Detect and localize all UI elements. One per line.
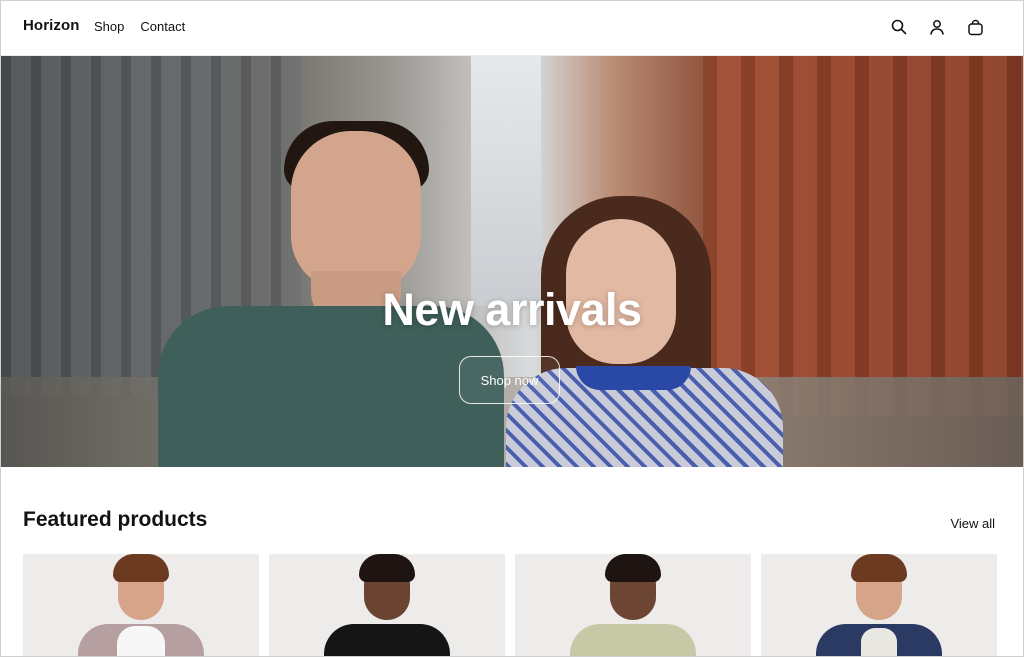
account-icon[interactable] [927,17,947,37]
product-model-hair [605,554,661,582]
product-image-shirt [861,628,897,656]
product-card[interactable] [269,554,505,656]
product-image-black-top [324,624,450,656]
product-model-hair [359,554,415,582]
cart-icon[interactable] [965,17,985,37]
product-model-hair [113,554,169,582]
header-icons [889,17,985,37]
product-card[interactable] [761,554,997,656]
hero-sky [471,56,541,306]
search-icon[interactable] [889,17,909,37]
site-header: Horizon Shop Contact [1,1,1023,56]
hero-woman-collar [576,366,691,390]
product-image-striped-top [570,624,696,656]
hero-banner: New arrivals Shop now [1,56,1023,467]
hero-building-right [703,56,1023,416]
hero-man-face [291,131,421,291]
product-grid [23,554,997,656]
hero-title: New arrivals [382,284,642,335]
main-nav: Shop Contact [94,19,185,34]
site-logo[interactable]: Horizon [23,17,80,34]
page-frame: Horizon Shop Contact New arrivals Shop n… [0,0,1024,657]
product-card[interactable] [23,554,259,656]
product-model-hair [851,554,907,582]
view-all-link[interactable]: View all [950,516,995,531]
nav-contact-link[interactable]: Contact [140,19,185,34]
nav-shop-link[interactable]: Shop [94,19,124,34]
featured-products-title: Featured products [23,508,208,531]
product-card[interactable] [515,554,751,656]
product-image-tshirt [117,626,165,656]
shop-now-button[interactable]: Shop now [459,356,560,404]
